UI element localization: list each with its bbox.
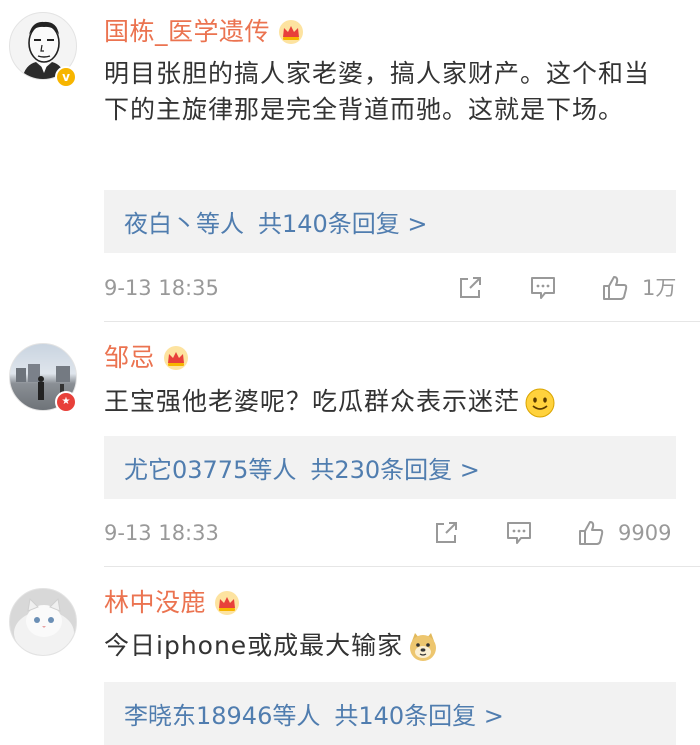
comment-meta: 9-13 18:33 9909 [104,515,700,551]
avatar[interactable] [9,588,77,656]
crown-icon [215,591,240,615]
crown-icon [279,20,304,44]
reply-summary[interactable]: 李晓东18946等人 共140条回复 > [104,682,676,745]
username-row: 邹忌 [104,343,189,373]
verified-badge: v [55,66,77,88]
username[interactable]: 林中没鹿 [104,588,206,618]
like-count: 9909 [618,521,672,545]
share-icon[interactable] [432,519,460,547]
reply-count[interactable]: 共230条回复 > [310,450,480,485]
smile-emoji [525,388,555,418]
reply-count[interactable]: 共140条回复 > [258,204,428,239]
username[interactable]: 国栋_医学遗传 [104,17,270,47]
reply-summary[interactable]: 夜白丶等人 共140条回复 > [104,190,676,253]
reply-count[interactable]: 共140条回复 > [334,696,504,731]
like-icon[interactable] [601,274,629,302]
comment-text: 明目张胆的搞人家老婆，搞人家财产。这个和当下的主旋律那是完全背道而驰。这就是下场… [104,59,651,124]
timestamp: 9-13 18:33 [104,521,219,545]
reply-summary[interactable]: 尤它03775等人 共230条回复 > [104,436,676,499]
username-row: 林中没鹿 [104,588,240,618]
comment-text: 今日iphone或成最大输家 [104,628,664,664]
username[interactable]: 邹忌 [104,343,155,373]
divider [104,566,700,567]
reply-users[interactable]: 夜白丶等人 [124,204,244,239]
divider [104,321,700,322]
comment-meta: 9-13 18:35 1万 [104,270,700,306]
comment-text-body: 今日iphone或成最大输家 [104,631,404,660]
timestamp: 9-13 18:35 [104,276,219,300]
like-icon[interactable] [577,519,605,547]
comment-text: 王宝强他老婆呢？吃瓜群众表示迷茫 [104,384,664,420]
member-badge: ★ [55,391,77,413]
crown-icon [164,346,189,370]
comment-text-body: 王宝强他老婆呢？吃瓜群众表示迷茫 [104,387,521,416]
comment-icon[interactable] [505,519,533,547]
doge-emoji [410,633,437,661]
reply-users[interactable]: 李晓东18946等人 [124,696,320,731]
comment-icon[interactable] [529,274,557,302]
username-row: 国栋_医学遗传 [104,17,304,47]
like-count: 1万 [642,276,677,300]
reply-users[interactable]: 尤它03775等人 [124,450,296,485]
share-icon[interactable] [456,274,484,302]
